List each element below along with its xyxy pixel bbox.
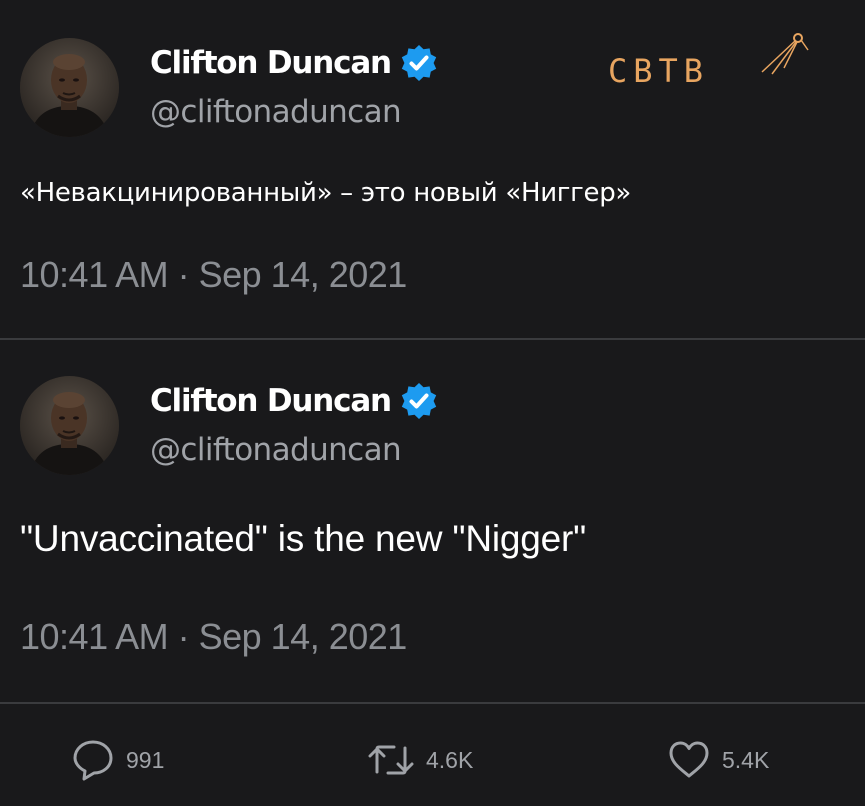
tweet-text: «Невакцинированный» – это новый «Ниггер» [20, 178, 632, 208]
heart-icon [669, 741, 709, 778]
tweet-translated: Clifton Duncan @cliftonaduncan СВТВ «Нев… [0, 0, 865, 338]
verified-badge-icon [401, 45, 437, 81]
retweet-icon [368, 745, 414, 775]
watermark-text: СВТВ [608, 52, 710, 90]
avatar-portrait [20, 376, 119, 475]
satellite-icon [761, 33, 809, 75]
tweet-original: Clifton Duncan @cliftonaduncan "Unvaccin… [0, 340, 865, 702]
tweet-timestamp[interactable]: 10:41 AM · Sep 14, 2021 [20, 616, 407, 658]
retweet-button[interactable]: 4.6K [366, 734, 473, 786]
reply-bubble-icon [73, 740, 113, 781]
reply-count: 991 [126, 746, 165, 773]
avatar-portrait [20, 38, 119, 137]
author-handle[interactable]: @cliftonaduncan [150, 432, 402, 468]
avatar[interactable] [20, 38, 119, 137]
tweet-actions: 991 4.6K 5.4K [0, 704, 865, 806]
verified-badge-icon [401, 383, 437, 419]
like-count: 5.4K [722, 746, 770, 773]
retweet-count: 4.6K [426, 746, 474, 773]
tweet-text: "Unvaccinated" is the new "Nigger" [20, 518, 587, 559]
reply-button[interactable]: 991 [70, 734, 164, 786]
watermark-logo: СВТВ [608, 28, 809, 90]
author-handle[interactable]: @cliftonaduncan [150, 94, 402, 130]
author-name-row: Clifton Duncan [150, 380, 439, 422]
avatar[interactable] [20, 376, 119, 475]
like-button[interactable]: 5.4K [666, 734, 769, 786]
author-name-row: Clifton Duncan [150, 42, 439, 84]
tweet-timestamp[interactable]: 10:41 AM · Sep 14, 2021 [20, 254, 407, 296]
author-name[interactable]: Clifton Duncan [150, 45, 392, 81]
author-name[interactable]: Clifton Duncan [150, 383, 392, 419]
